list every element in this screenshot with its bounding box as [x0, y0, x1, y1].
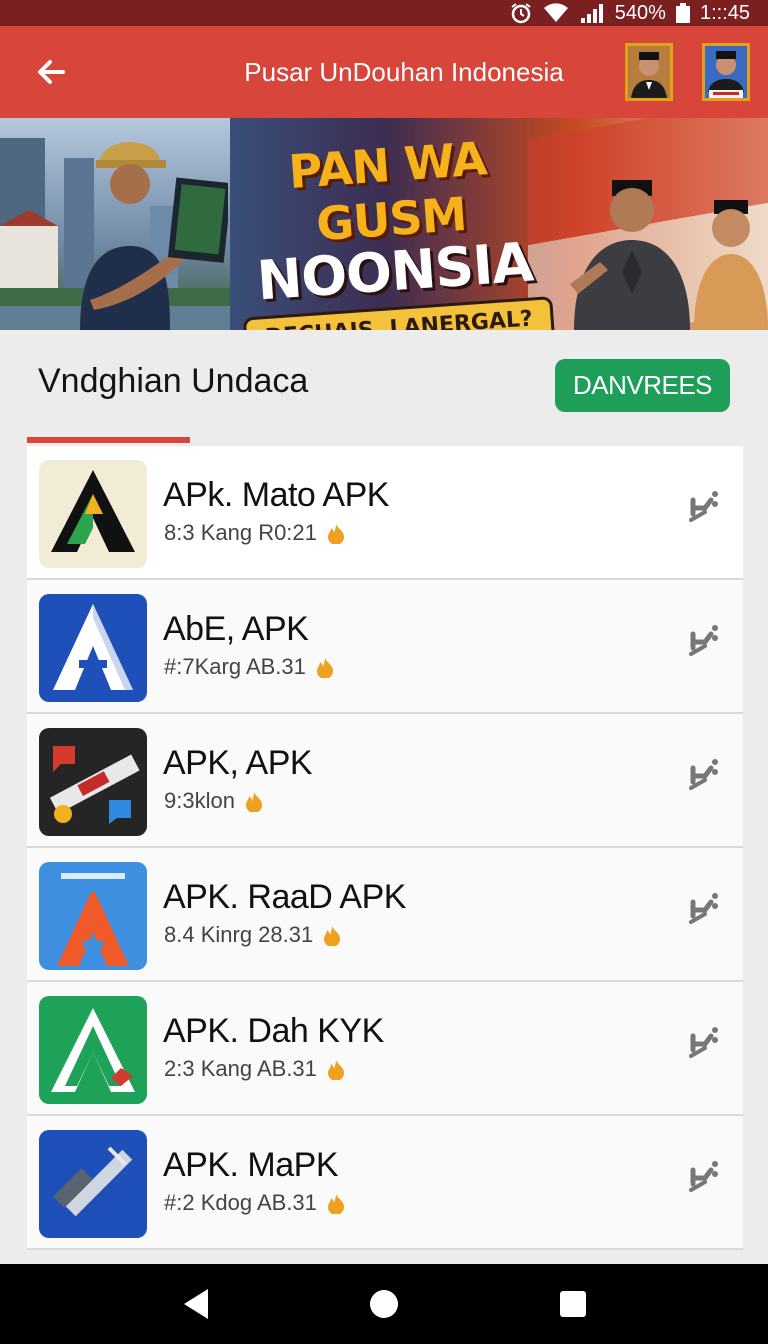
avatar[interactable] — [625, 43, 673, 101]
app-meta: 8:3 Kang R0:21 — [164, 520, 347, 546]
wifi-icon — [543, 3, 569, 23]
list-item[interactable]: APK. MaPK #:2 Kdog AB.31 — [27, 1116, 743, 1250]
app-name: APk. Mato APK — [163, 476, 389, 514]
app-meta-text: #:2 Kdog AB.31 — [164, 1190, 317, 1215]
battery-percent: 540% — [614, 1, 666, 24]
nav-back-button[interactable] — [165, 1274, 225, 1334]
app-meta: 2:3 Kang AB.31 — [164, 1056, 347, 1082]
app-name: AbE, APK — [163, 610, 309, 648]
app-meta: 8.4 Kinrg 28.31 — [164, 922, 343, 948]
share-download-icon[interactable] — [685, 1156, 725, 1196]
app-meta: #:7Karg AB.31 — [164, 654, 336, 680]
official-illustration — [694, 200, 768, 330]
triangle-back-icon — [183, 1289, 208, 1319]
square-recents-icon — [560, 1291, 587, 1317]
share-download-icon[interactable] — [685, 620, 725, 660]
circle-home-icon — [369, 1290, 398, 1318]
list-item[interactable]: APK, APK 9:3klon — [27, 714, 743, 848]
signal-icon — [579, 3, 605, 23]
app-meta-text: 8.4 Kinrg 28.31 — [164, 922, 314, 947]
app-name: APK. RaaD APK — [163, 878, 406, 916]
blue-white-a-icon — [39, 594, 147, 702]
download-button[interactable]: DANVREES — [555, 359, 730, 412]
alarm-icon — [509, 2, 533, 24]
fire-icon — [245, 792, 262, 812]
fire-icon — [327, 1060, 344, 1080]
avatar[interactable] — [702, 43, 750, 101]
fire-icon — [327, 1194, 344, 1214]
app-meta-text: #:7Karg AB.31 — [164, 654, 306, 679]
app-name: APK. MaPK — [163, 1146, 339, 1184]
back-button[interactable] — [16, 26, 86, 118]
app-meta: 9:3klon — [164, 788, 265, 814]
worker-illustration — [80, 142, 228, 330]
nav-recents-button[interactable] — [543, 1274, 603, 1334]
black-green-a-icon — [39, 460, 147, 568]
arrow-left-icon — [38, 60, 65, 84]
share-download-icon[interactable] — [685, 1022, 725, 1062]
orange-a-icon — [39, 862, 147, 970]
official-illustration — [570, 180, 690, 330]
status-bar: 540% 1:::45 — [0, 0, 768, 26]
tools-a-icon — [39, 728, 147, 836]
fire-icon — [327, 524, 344, 544]
share-download-icon[interactable] — [685, 888, 725, 928]
section-title: Vndghian Undaca — [38, 362, 309, 400]
list-item[interactable]: APK. Dah KYK 2:3 Kang AB.31 — [27, 982, 743, 1116]
share-download-icon[interactable] — [685, 754, 725, 794]
app-name: APK, APK — [163, 744, 313, 782]
app-name: APK. Dah KYK — [163, 1012, 384, 1050]
fire-icon — [324, 926, 341, 946]
battery-icon — [675, 3, 690, 23]
app-meta: #:2 Kdog AB.31 — [164, 1190, 347, 1216]
green-a-icon — [39, 996, 147, 1104]
blue-tool-icon — [39, 1130, 147, 1238]
app-meta-text: 2:3 Kang AB.31 — [164, 1056, 317, 1081]
promo-banner[interactable]: PAN WA GUSM NOONSIA DECHAIS, LANERGAL? — [0, 118, 768, 330]
app-meta-text: 8:3 Kang R0:21 — [164, 520, 317, 545]
share-download-icon[interactable] — [685, 486, 725, 526]
clock: 1:::45 — [699, 1, 750, 24]
app-list: APk. Mato APK 8:3 Kang R0:21 AbE, APK #:… — [27, 446, 743, 1250]
navigation-bar — [0, 1264, 768, 1344]
app-bar: Pusar UnDouhan Indonesia — [0, 26, 768, 118]
banner-headline: PAN WA GUSM NOONSIA DECHAIS, LANERGAL? — [211, 126, 575, 330]
app-meta-text: 9:3klon — [164, 788, 235, 813]
fire-icon — [316, 658, 333, 678]
list-item[interactable]: APK. RaaD APK 8.4 Kinrg 28.31 — [27, 848, 743, 982]
list-item[interactable]: APk. Mato APK 8:3 Kang R0:21 — [27, 446, 743, 580]
list-item[interactable]: AbE, APK #:7Karg AB.31 — [27, 580, 743, 714]
nav-home-button[interactable] — [354, 1274, 414, 1334]
tab-indicator — [27, 437, 190, 443]
